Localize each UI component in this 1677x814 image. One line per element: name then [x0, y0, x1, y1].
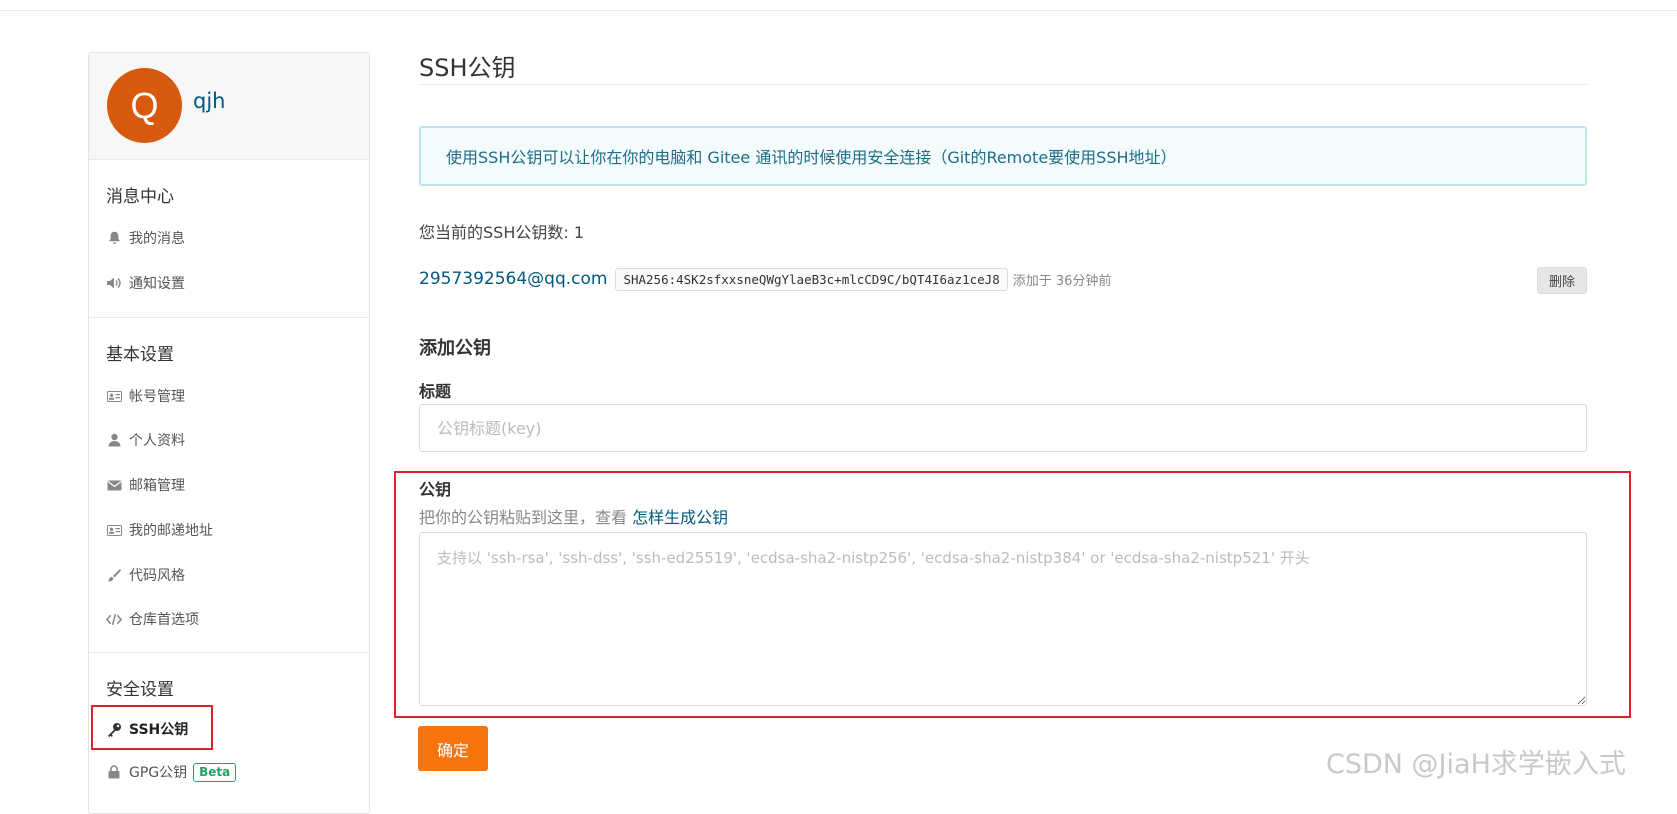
top-divider — [0, 10, 1677, 11]
section-title-security: 安全设置 — [106, 680, 174, 700]
section-title-messages: 消息中心 — [106, 187, 174, 207]
username-link[interactable]: qjh — [193, 89, 225, 113]
brush-icon — [106, 567, 122, 583]
avatar[interactable]: Q — [107, 68, 182, 143]
sidebar-item-my-messages[interactable]: 我的消息 — [106, 228, 185, 248]
title-label: 标题 — [419, 382, 452, 401]
sidebar-item-label: 代码风格 — [129, 568, 185, 584]
section-title-basic: 基本设置 — [106, 345, 174, 365]
info-text: 使用SSH公钥可以让你在你的电脑和 Gitee 通讯的时候使用安全连接（Git的… — [446, 148, 1177, 167]
sidebar-item-label: GPG公钥 — [129, 765, 188, 781]
settings-sidebar: Q qjh 消息中心 我的消息 通知设置 基本设置 帐号管理 个人资料 邮箱管理… — [88, 52, 370, 814]
highlight-box-ssh-nav — [91, 705, 213, 750]
sidebar-item-code-style[interactable]: 代码风格 — [106, 565, 185, 585]
key-added-time: 添加于 36分钟前 — [1012, 273, 1112, 289]
envelope-icon — [106, 477, 122, 493]
speaker-icon — [106, 275, 122, 291]
sidebar-item-gpg-keys[interactable]: GPG公钥 Beta — [106, 762, 237, 782]
sidebar-item-repo-preferences[interactable]: 仓库首选项 — [106, 609, 199, 629]
page-title: SSH公钥 — [419, 54, 516, 82]
key-hint-text: 把你的公钥粘贴到这里，查看 — [419, 508, 633, 527]
key-hint: 把你的公钥粘贴到这里，查看 怎样生成公钥 — [419, 504, 728, 528]
info-banner: 使用SSH公钥可以让你在你的电脑和 Gitee 通讯的时候使用安全连接（Git的… — [419, 126, 1587, 186]
section-messages: 消息中心 我的消息 通知设置 — [89, 160, 369, 318]
sidebar-item-label: 帐号管理 — [129, 389, 185, 405]
ssh-key-row: 2957392564@qq.com SHA256:4SK2sfxxsneQWgY… — [419, 264, 1587, 294]
watermark: CSDN @JiaH求学嵌入式 — [1326, 749, 1626, 780]
sidebar-item-label: 仓库首选项 — [129, 612, 199, 628]
sidebar-item-email[interactable]: 邮箱管理 — [106, 475, 185, 495]
user-header: Q qjh — [89, 53, 369, 160]
sidebar-item-label: 通知设置 — [129, 276, 185, 292]
id-card-icon — [106, 388, 122, 404]
user-icon — [106, 432, 122, 448]
address-card-icon — [106, 522, 122, 538]
key-title-input[interactable] — [419, 404, 1587, 452]
sidebar-item-profile[interactable]: 个人资料 — [106, 430, 185, 450]
add-key-heading: 添加公钥 — [419, 338, 491, 359]
key-count: 您当前的SSH公钥数: 1 — [419, 223, 585, 242]
code-icon — [106, 611, 122, 627]
section-basic: 基本设置 帐号管理 个人资料 邮箱管理 我的邮递地址 代码风格 仓库首选项 — [89, 318, 369, 653]
confirm-button[interactable]: 确定 — [418, 726, 488, 771]
how-to-generate-key-link[interactable]: 怎样生成公钥 — [632, 508, 728, 527]
sidebar-item-label: 个人资料 — [129, 433, 185, 449]
key-label: 公钥 — [419, 480, 452, 499]
sidebar-item-label: 我的邮递地址 — [129, 523, 213, 539]
title-divider — [419, 84, 1587, 85]
lock-icon — [106, 764, 122, 780]
public-key-textarea[interactable] — [419, 532, 1587, 706]
key-email: 2957392564@qq.com — [419, 269, 608, 289]
sidebar-item-postal-address[interactable]: 我的邮递地址 — [106, 520, 213, 540]
sidebar-item-label: 我的消息 — [129, 231, 185, 247]
sidebar-item-notification-settings[interactable]: 通知设置 — [106, 273, 185, 293]
sidebar-item-account[interactable]: 帐号管理 — [106, 386, 185, 406]
key-fingerprint: SHA256:4SK2sfxxsneQWgYlaeB3c+mlcCD9C/bQT… — [615, 267, 1008, 291]
sidebar-item-label: 邮箱管理 — [129, 478, 185, 494]
delete-key-button[interactable]: 删除 — [1536, 267, 1587, 294]
beta-badge: Beta — [193, 762, 237, 782]
bell-icon — [106, 230, 122, 246]
